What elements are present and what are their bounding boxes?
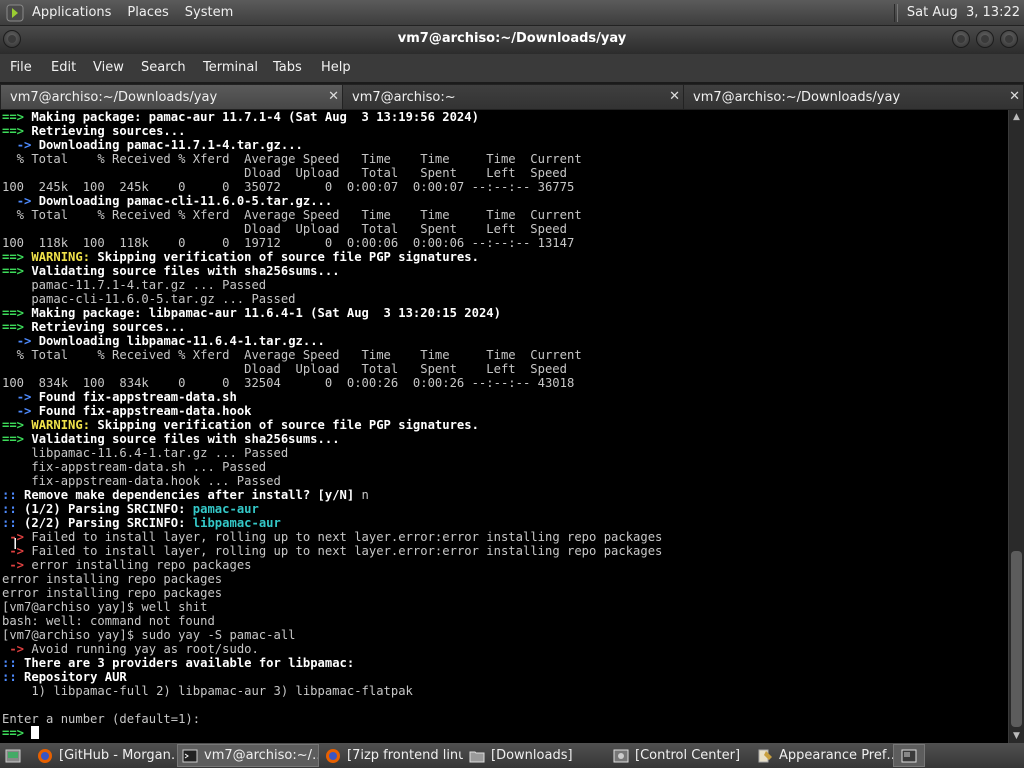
- task-label: vm7@archiso:~/…: [204, 748, 319, 763]
- task-github[interactable]: [GitHub - Morgan…: [33, 744, 175, 767]
- close-icon[interactable]: ✕: [328, 89, 339, 104]
- tab-downloads-yay-1[interactable]: vm7@archiso:~/Downloads/yay ✕: [0, 84, 343, 110]
- control-center-icon: [613, 749, 629, 762]
- text-cursor-ibeam-icon: I: [13, 535, 18, 553]
- task-label: [Control Center]: [635, 748, 741, 763]
- task-label: [Downloads]: [491, 748, 573, 763]
- menu-edit[interactable]: Edit: [51, 60, 76, 75]
- firefox-icon: [38, 748, 52, 763]
- menu-applications[interactable]: Applications: [32, 5, 111, 20]
- show-desktop-icon: [5, 749, 21, 762]
- menu-terminal[interactable]: Terminal: [203, 60, 258, 75]
- tab-downloads-yay-2[interactable]: vm7@archiso:~/Downloads/yay ✕: [683, 84, 1024, 110]
- maximize-button[interactable]: [976, 30, 994, 48]
- menu-view[interactable]: View: [93, 60, 124, 75]
- terminal-icon: [182, 749, 198, 762]
- task-terminal[interactable]: vm7@archiso:~/…: [177, 744, 319, 767]
- task-7zip-search[interactable]: [7izp frontend linu…: [321, 744, 463, 767]
- menu-file[interactable]: File: [10, 60, 32, 75]
- menubar: File Edit View Search Terminal Tabs Help: [0, 54, 1024, 82]
- task-control-center[interactable]: [Control Center]: [609, 744, 751, 767]
- terminal-output[interactable]: ==> Making package: pamac-aur 11.7.1-4 (…: [0, 110, 1008, 743]
- menu-tabs[interactable]: Tabs: [273, 60, 302, 75]
- appearance-icon: [758, 749, 772, 762]
- tab-label: vm7@archiso:~/Downloads/yay: [693, 90, 901, 105]
- workspace-switcher[interactable]: [893, 744, 925, 767]
- workspace-icon: [901, 749, 917, 762]
- window-titlebar[interactable]: vm7@archiso:~/Downloads/yay: [0, 26, 1024, 54]
- clock[interactable]: Sat Aug 3, 13:22: [907, 5, 1020, 20]
- top-panel: Applications Places System Sat Aug 3, 13…: [0, 0, 1024, 26]
- terminal-cursor: [31, 726, 40, 739]
- minimize-button[interactable]: [952, 30, 970, 48]
- task-downloads[interactable]: [Downloads]: [465, 744, 607, 767]
- menu-system[interactable]: System: [185, 5, 233, 20]
- window-title: vm7@archiso:~/Downloads/yay: [397, 31, 627, 46]
- scrollbar-thumb[interactable]: [1011, 551, 1022, 727]
- tab-label: vm7@archiso:~/Downloads/yay: [10, 90, 218, 105]
- close-icon[interactable]: ✕: [669, 89, 680, 104]
- scroll-up-icon[interactable]: ▲: [1009, 110, 1024, 124]
- menu-help[interactable]: Help: [321, 60, 351, 75]
- tab-home[interactable]: vm7@archiso:~ ✕: [342, 84, 684, 110]
- firefox-icon: [326, 748, 340, 763]
- applications-logo-icon[interactable]: [6, 4, 24, 22]
- close-button[interactable]: [1000, 30, 1018, 48]
- task-label: [7izp frontend linu…: [347, 748, 463, 763]
- terminal-text: ==> Making package: pamac-aur 11.7.1-4 (…: [2, 110, 663, 740]
- menu-places[interactable]: Places: [127, 5, 168, 20]
- task-label: Appearance Pref…: [779, 748, 893, 763]
- taskbar: [GitHub - Morgan… vm7@archiso:~/… [7izp …: [0, 743, 1024, 768]
- show-desktop-button[interactable]: [2, 744, 24, 767]
- scroll-down-icon[interactable]: ▼: [1009, 729, 1024, 743]
- task-label: [GitHub - Morgan…: [59, 748, 175, 763]
- tab-bar: vm7@archiso:~/Downloads/yay ✕ vm7@archis…: [0, 84, 1024, 110]
- task-appearance-preferences[interactable]: Appearance Pref…: [753, 744, 893, 767]
- menu-search[interactable]: Search: [141, 60, 186, 75]
- folder-icon: [469, 751, 485, 762]
- panel-separator: [893, 3, 898, 22]
- tab-label: vm7@archiso:~: [352, 90, 456, 105]
- close-icon[interactable]: ✕: [1009, 89, 1020, 104]
- terminal-scrollbar[interactable]: ▲ ▼: [1008, 110, 1024, 743]
